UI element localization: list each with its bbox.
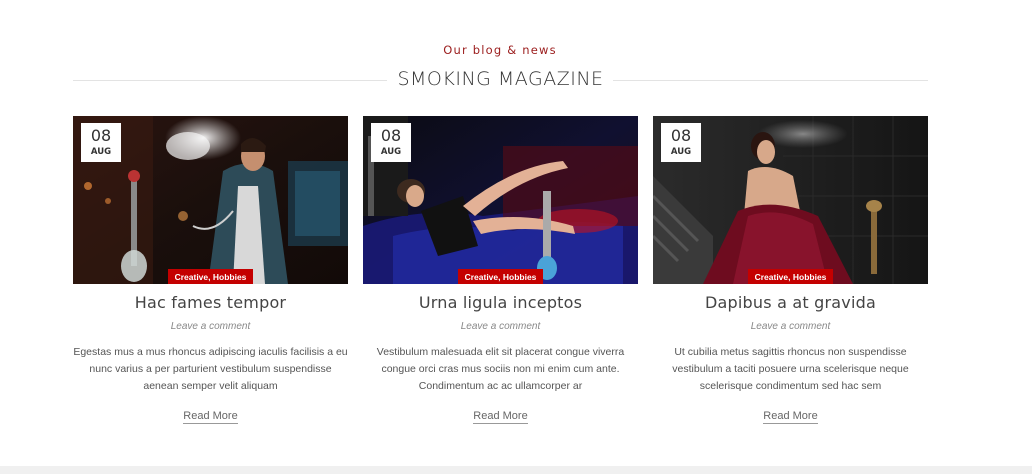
read-more-link[interactable]: Read More [763,410,818,424]
post-date-month: AUG [670,147,692,157]
read-more-link[interactable]: Read More [183,410,238,424]
blog-post-card: 08 AUG Creative, Hobbies Dapibus a at gr… [653,116,928,426]
post-excerpt: Ut cubilia metus sagittis rhoncus non su… [672,346,909,392]
post-category-tag[interactable]: Creative, Hobbies [747,269,834,284]
post-category-tag[interactable]: Creative, Hobbies [457,269,544,284]
read-more-link[interactable]: Read More [473,410,528,424]
post-thumbnail[interactable]: 08 AUG Creative, Hobbies [363,116,638,284]
post-date-badge: 08 AUG [81,123,121,162]
blog-section: Our blog & news SMOKING MAGAZINE 08 AUG … [0,0,1032,466]
post-title[interactable]: Urna ligula inceptos [363,293,638,312]
section-title-row: SMOKING MAGAZINE [73,68,928,94]
title-divider-right [613,80,928,81]
leave-comment-link[interactable]: Leave a comment [653,321,928,332]
post-excerpt: Egestas mus a mus rhoncus adipiscing iac… [73,346,348,392]
post-thumbnail[interactable]: 08 AUG Creative, Hobbies [73,116,348,284]
post-date-day: 08 [90,126,112,145]
blog-post-card: 08 AUG Creative, Hobbies Hac fames tempo… [73,116,348,426]
leave-comment-link[interactable]: Leave a comment [73,321,348,332]
post-date-day: 08 [380,126,402,145]
post-title[interactable]: Hac fames tempor [73,293,348,312]
post-thumbnail[interactable]: 08 AUG Creative, Hobbies [653,116,928,284]
post-date-badge: 08 AUG [371,123,411,162]
post-date-month: AUG [90,147,112,157]
blog-post-card: 08 AUG Creative, Hobbies Urna ligula inc… [363,116,638,426]
post-category-tag[interactable]: Creative, Hobbies [167,269,254,284]
post-date-month: AUG [380,147,402,157]
leave-comment-link[interactable]: Leave a comment [363,321,638,332]
post-title[interactable]: Dapibus a at gravida [653,293,928,312]
post-date-badge: 08 AUG [661,123,701,162]
section-subtitle: Our blog & news [443,43,557,57]
section-title: SMOKING MAGAZINE [397,68,604,90]
post-date-day: 08 [670,126,692,145]
post-excerpt: Vestibulum malesuada elit sit placerat c… [376,346,625,392]
footer-divider-strip [0,466,1032,474]
